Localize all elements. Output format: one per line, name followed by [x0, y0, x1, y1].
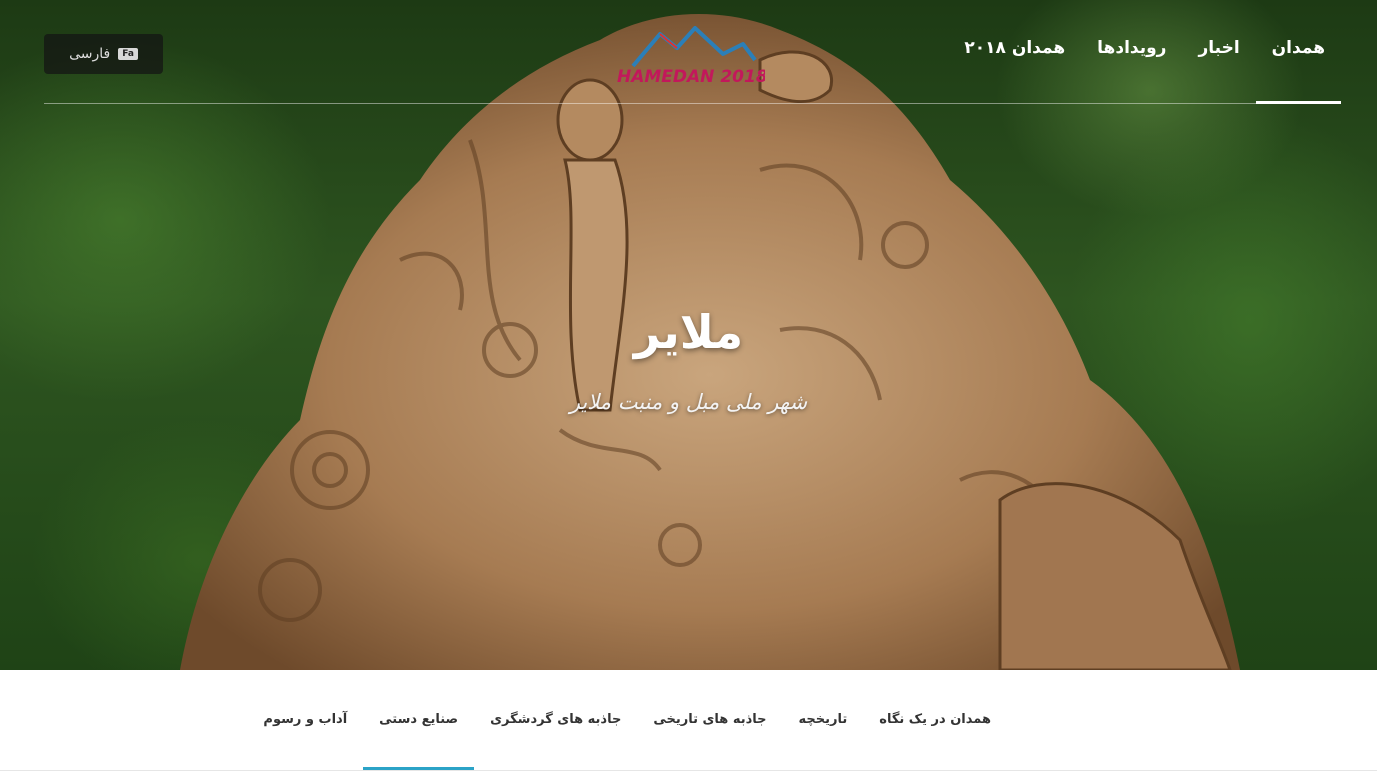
nav-item-events[interactable]: رویدادها: [1081, 30, 1182, 96]
tab-customs[interactable]: آداب و رسوم: [247, 670, 363, 770]
header-divider: [44, 103, 1341, 104]
tab-label: آداب و رسوم: [263, 712, 348, 727]
tab-label: صنایع دستی: [379, 712, 459, 727]
tab-handicrafts[interactable]: صنایع دستی: [363, 670, 475, 770]
tab-history[interactable]: تاریخچه: [783, 670, 864, 770]
tab-label: تاریخچه: [798, 712, 848, 727]
tab-at-a-glance[interactable]: همدان در یک نگاه: [863, 670, 1007, 770]
section-tabs: همدان در یک نگاه تاریخچه جاذبه های تاریخ…: [0, 670, 1377, 771]
tab-historical-attractions[interactable]: جاذبه های تاریخی: [637, 670, 782, 770]
nav-label: همدان: [1271, 38, 1325, 58]
hero-title: ملایر: [633, 305, 744, 359]
language-badge: Fa: [118, 48, 138, 60]
hero-subtitle: شهر ملی مبل و منبت ملایر: [569, 390, 808, 414]
tab-tourist-attractions[interactable]: جاذبه های گردشگری: [474, 670, 637, 770]
language-label: فارسی: [69, 46, 111, 62]
main-nav: همدان اخبار رویدادها همدان ۲۰۱۸: [948, 30, 1342, 104]
logo-text: HAMEDAN 2018: [617, 67, 765, 87]
nav-label: همدان ۲۰۱۸: [964, 38, 1066, 58]
hamedan-2018-logo[interactable]: HAMEDAN 2018: [615, 14, 765, 94]
nav-label: رویدادها: [1097, 38, 1167, 58]
tab-label: جاذبه های گردشگری: [490, 712, 622, 727]
tab-label: همدان در یک نگاه: [879, 712, 991, 727]
nav-label: اخبار: [1198, 38, 1240, 58]
tab-label: جاذبه های تاریخی: [653, 712, 767, 727]
nav-item-hamedan[interactable]: همدان: [1255, 30, 1342, 104]
language-switcher[interactable]: فارسی Fa: [44, 34, 163, 74]
nav-item-hamedan-2018[interactable]: همدان ۲۰۱۸: [948, 30, 1081, 96]
hero-section: فارسی Fa HAMEDAN 2018 همدان اخبار رویداد…: [0, 0, 1377, 670]
nav-item-news[interactable]: اخبار: [1182, 30, 1255, 96]
